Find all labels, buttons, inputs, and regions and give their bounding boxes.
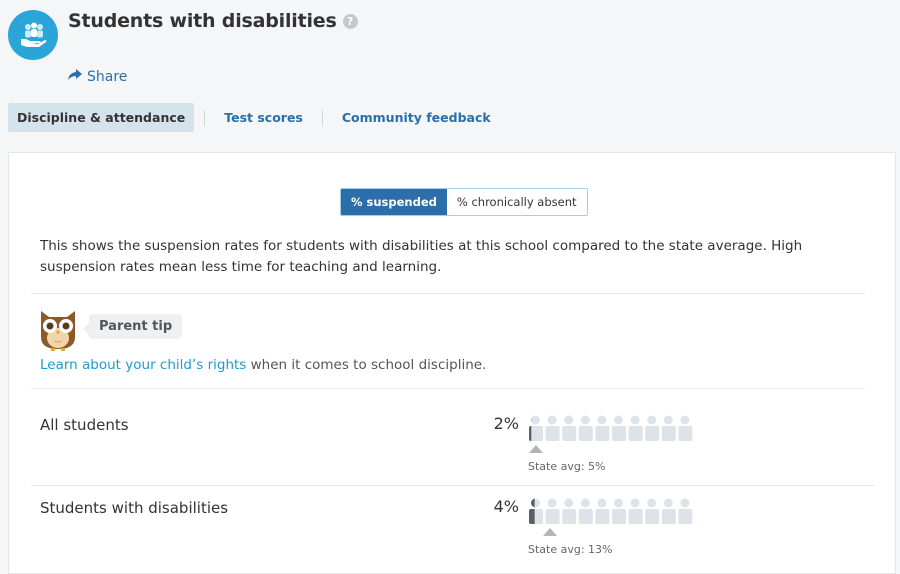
person-figure (595, 415, 610, 441)
tab-bar: Discipline & attendance Test scores Comm… (8, 103, 500, 132)
person-figure (545, 498, 560, 524)
question-circle-icon[interactable]: ? (342, 14, 358, 29)
person-figure (595, 498, 610, 524)
state-avg-students-with-disabilities: State avg: 13% (528, 543, 613, 556)
person-figure (661, 498, 676, 524)
person-figure (578, 498, 593, 524)
row-label-all-students: All students (40, 416, 129, 434)
discipline-card: % suspended % chronically absent This sh… (8, 152, 896, 574)
state-average-marker (529, 445, 544, 453)
people-graphic-students-with-disabilities (529, 498, 693, 524)
share-arrow-icon (68, 69, 82, 85)
person-figure (545, 415, 560, 441)
person-figure (628, 498, 643, 524)
share-button[interactable]: Share (68, 69, 127, 85)
toggle-chronically-absent[interactable]: % chronically absent (446, 189, 587, 215)
state-average-marker (542, 528, 557, 536)
parent-tip-label: Parent tip (82, 314, 183, 339)
person-figure (645, 415, 660, 441)
tab-separator (204, 109, 206, 126)
person-figure (678, 415, 693, 441)
state-avg-all-students: State avg: 5% (528, 460, 606, 473)
row-percent-students-with-disabilities: 4% (493, 497, 519, 516)
row-divider (31, 485, 875, 486)
row-label-students-with-disabilities: Students with disabilities (40, 499, 229, 517)
tab-community-feedback[interactable]: Community feedback (333, 103, 500, 132)
metric-toggle: % suspended % chronically absent (340, 188, 588, 216)
tab-separator (321, 109, 323, 126)
person-figure (562, 415, 577, 441)
owl-icon (37, 307, 79, 355)
person-figure (612, 498, 626, 524)
parent-tip-text: Learn about your child’s rights when it … (40, 357, 486, 373)
tab-test-scores[interactable]: Test scores (215, 103, 312, 132)
students-hand-icon (8, 10, 58, 60)
people-graphic-all-students (529, 415, 693, 441)
person-figure (678, 498, 693, 524)
person-figure (661, 415, 676, 441)
divider (31, 388, 865, 389)
tab-discipline-attendance[interactable]: Discipline & attendance (8, 103, 195, 132)
row-percent-all-students: 2% (493, 414, 519, 433)
divider (31, 293, 865, 294)
person-figure (562, 498, 577, 524)
childs-rights-link[interactable]: Learn about your child’s rights (40, 357, 246, 373)
person-figure (612, 415, 626, 441)
page-title: Students with disabilities (68, 10, 337, 32)
description-text: This shows the suspension rates for stud… (40, 238, 803, 275)
toggle-suspended[interactable]: % suspended (341, 189, 447, 215)
person-figure (578, 415, 593, 441)
parent-tip-rest: when it comes to school discipline. (246, 357, 487, 373)
person-figure (628, 415, 643, 441)
person-figure (645, 498, 660, 524)
share-label: Share (87, 69, 128, 85)
